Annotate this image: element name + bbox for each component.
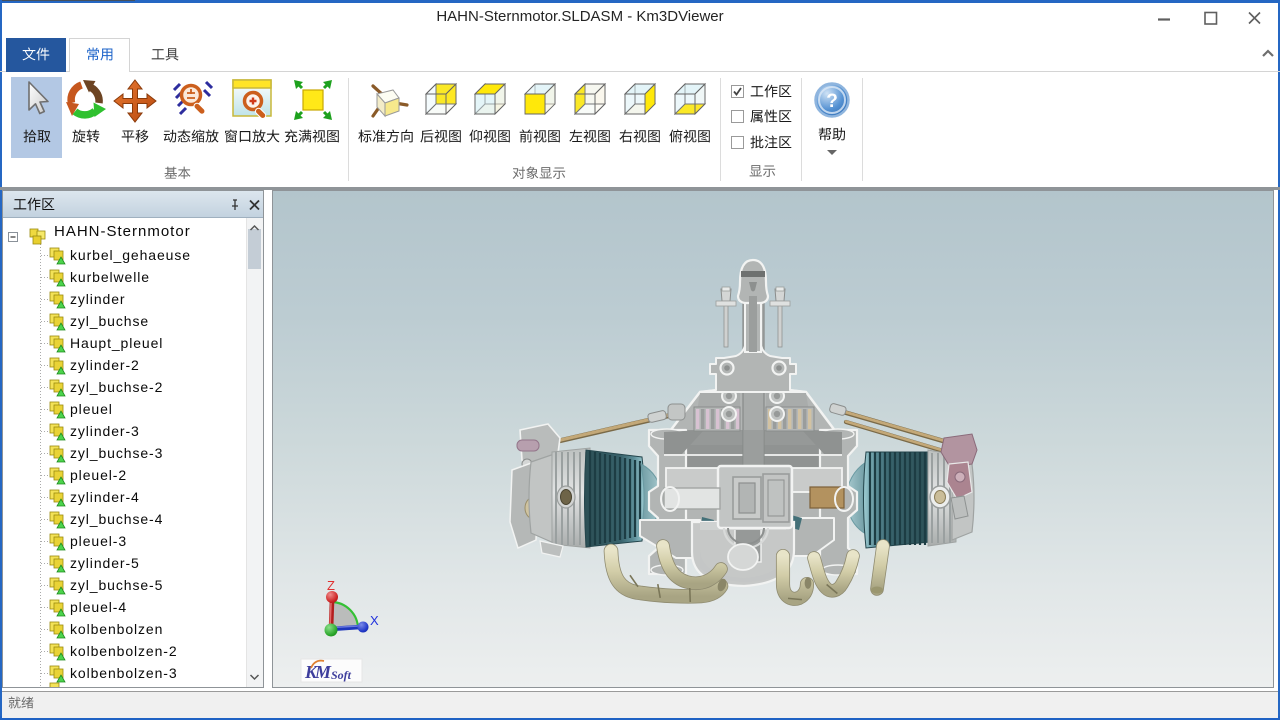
svg-text:KM: KM	[304, 662, 332, 682]
svg-text:Z: Z	[327, 578, 335, 593]
svg-text:Soft: Soft	[331, 668, 352, 682]
svg-text:X: X	[370, 613, 379, 628]
